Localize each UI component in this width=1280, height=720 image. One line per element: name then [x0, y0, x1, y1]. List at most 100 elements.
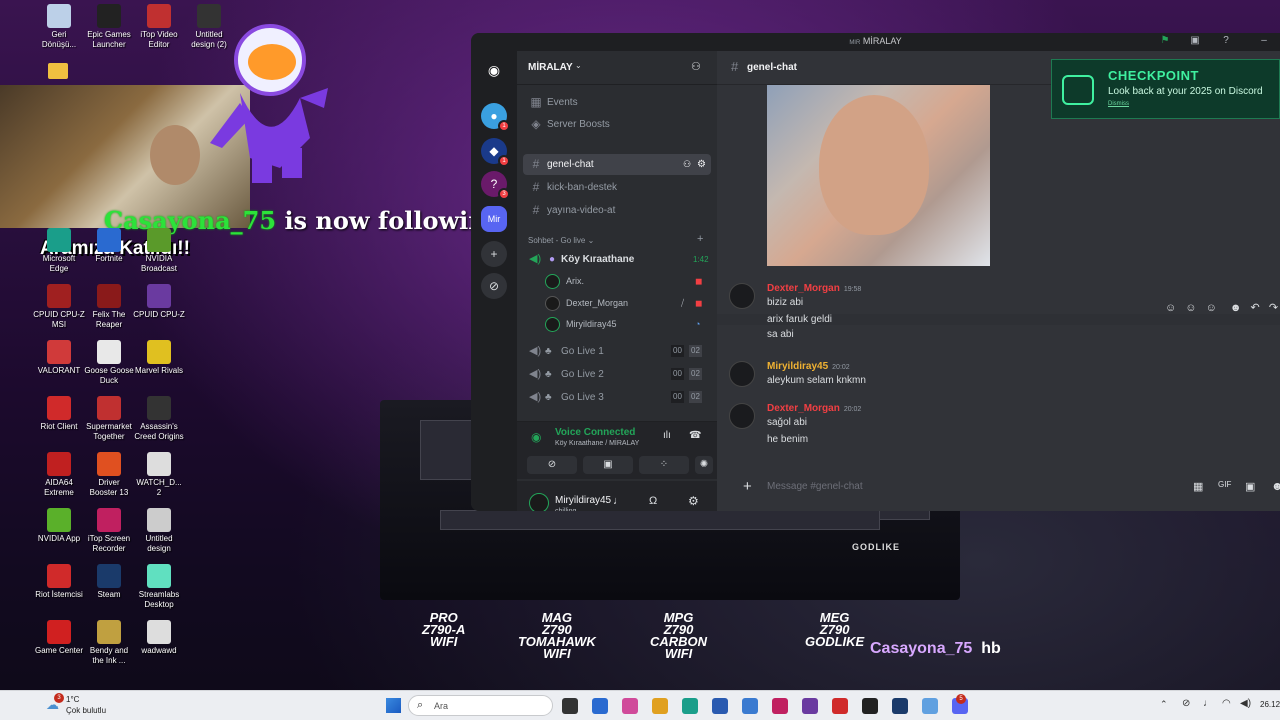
recorder-icon[interactable] — [772, 698, 788, 714]
copilot-icon[interactable] — [622, 698, 638, 714]
server-icon-miralay[interactable]: Mir — [481, 206, 507, 232]
plus-icon[interactable]: + — [743, 478, 752, 495]
flag-icon[interactable]: ⚑ — [1158, 35, 1172, 49]
clock-date[interactable]: 26.12 — [1260, 700, 1280, 709]
reply-icon[interactable]: ↶ — [1251, 302, 1260, 314]
add-channel-icon[interactable]: + — [697, 233, 703, 245]
steam-icon[interactable] — [892, 698, 908, 714]
avatar[interactable] — [529, 493, 549, 511]
desktop-icon[interactable]: Streamlabs Desktop — [128, 564, 190, 610]
gear-icon[interactable]: ⚙ — [688, 494, 699, 508]
store-icon[interactable] — [712, 698, 728, 714]
discord-home-button[interactable]: ◉ — [481, 57, 507, 83]
desktop-icon[interactable]: Untitled design — [128, 508, 190, 554]
sticker-icon[interactable]: ▣ — [1245, 480, 1255, 493]
voice-user[interactable]: Dexter_Morgan ⧸ ◼ — [545, 293, 711, 314]
server-badge: 1 — [498, 120, 510, 132]
folder-icon[interactable] — [48, 63, 68, 79]
emoji-icon[interactable]: ☻ — [1271, 479, 1280, 493]
guild-header[interactable]: MİRALAY ⌄ ⚇ — [517, 51, 717, 85]
message-author[interactable]: Dexter_Morgan — [767, 283, 840, 294]
network-icon[interactable]: ⊘ — [1182, 698, 1190, 709]
gif-icon[interactable]: GIF — [1218, 480, 1231, 489]
file-explorer-icon[interactable] — [652, 698, 668, 714]
avatar[interactable] — [729, 403, 755, 429]
task-view-icon[interactable] — [562, 698, 578, 714]
noise-icon[interactable]: ılı — [663, 430, 671, 441]
taskbar-search[interactable]: ⌕ Ara — [408, 695, 553, 716]
camera-button[interactable]: ⊘ — [527, 456, 577, 474]
activities-button[interactable]: ⁘ — [639, 456, 689, 474]
wifi-icon[interactable]: ◠ — [1222, 698, 1231, 709]
tray-chevron-icon[interactable]: ⌃ — [1160, 699, 1168, 710]
checkpoint-banner[interactable]: CHECKPOINT Look back at your 2025 on Dis… — [1051, 59, 1280, 119]
forward-icon[interactable]: ↷ — [1269, 302, 1278, 314]
reaction-emoji-icon[interactable]: ☺ — [1165, 302, 1176, 314]
gif-attachment[interactable] — [767, 85, 990, 266]
desktop-icon[interactable]: Marvel Rivals — [128, 340, 190, 376]
voice-timer: 1:42 — [693, 255, 709, 264]
app-icon[interactable] — [802, 698, 818, 714]
inbox-icon[interactable]: ▣ — [1188, 35, 1202, 49]
soundboard-button[interactable]: ✺ — [695, 456, 713, 474]
desktop-icon[interactable]: NVIDIA Broadcast — [128, 228, 190, 274]
app-icon — [97, 508, 121, 532]
channel-genel-chat[interactable]: # genel-chat ⚇ ⚙ — [523, 154, 711, 175]
app-icon — [47, 620, 71, 644]
screenshare-button[interactable]: ▣ — [583, 456, 633, 474]
add-reaction-icon[interactable]: ☻ — [1230, 302, 1242, 314]
start-button[interactable] — [386, 698, 401, 713]
category-label[interactable]: Sohbet - Go live ⌄ — [528, 236, 594, 245]
channel-kick-ban-destek[interactable]: # kick-ban-destek — [523, 177, 711, 198]
message-author[interactable]: Miryildiray45 — [767, 361, 828, 372]
volume-icon[interactable]: ◀) — [1240, 698, 1251, 709]
voice-user[interactable]: Miryildiray45 ◔ — [545, 314, 711, 335]
menu-server-boosts[interactable]: ◈ Server Boosts — [523, 114, 711, 135]
avatar[interactable] — [729, 361, 755, 387]
search-placeholder: Ara — [434, 701, 449, 711]
desktop-icon[interactable]: WATCH_D... 2 — [128, 452, 190, 498]
desktop-icon[interactable]: Assassin's Creed Origins — [128, 396, 190, 442]
desktop-icon[interactable]: Untitled design (2) — [178, 4, 240, 50]
message-composer[interactable]: + Message #genel-chat ▦ GIF ▣ ☻ — [727, 475, 1280, 499]
gift-icon[interactable]: ▦ — [1193, 480, 1203, 493]
voice-channel-golive[interactable]: ◀) ♣ Go Live 3 00 02 — [523, 387, 711, 408]
avatar[interactable] — [729, 283, 755, 309]
disconnect-icon[interactable]: ☎ — [689, 430, 701, 441]
app-icon — [97, 4, 121, 28]
discover-icon[interactable]: ⊘ — [481, 273, 507, 299]
server-icon[interactable]: ? 3 — [481, 171, 510, 200]
server-icon[interactable]: ● 1 — [481, 103, 510, 132]
reaction-emoji-icon[interactable]: ☺ — [1206, 302, 1217, 314]
invite-icon[interactable]: ⚇ — [691, 60, 701, 73]
add-member-icon[interactable]: ⚇ — [683, 154, 691, 175]
edge-icon[interactable] — [682, 698, 698, 714]
mic-icon[interactable]: ♩ — [613, 495, 624, 507]
gear-icon[interactable]: ⚙ — [697, 154, 706, 175]
minimize-icon[interactable]: – — [1257, 35, 1271, 49]
help-icon[interactable]: ? — [1219, 35, 1233, 49]
server-icon[interactable]: ◆ 1 — [481, 138, 510, 167]
menu-events[interactable]: ▦ Events — [523, 92, 711, 113]
reaction-emoji-icon[interactable]: ☺ — [1185, 302, 1196, 314]
voice-channel-golive[interactable]: ◀) ♣ Go Live 2 00 02 — [523, 364, 711, 385]
headset-icon[interactable]: Ω — [649, 495, 657, 507]
speaker-icon: ◀) — [529, 391, 542, 403]
mic-icon[interactable]: ♩ — [1203, 698, 1213, 709]
app-icon[interactable] — [832, 698, 848, 714]
chrome-icon[interactable] — [592, 698, 608, 714]
add-server-icon[interactable]: + — [481, 241, 507, 267]
app-icon — [97, 284, 121, 308]
message-author[interactable]: Dexter_Morgan — [767, 403, 840, 414]
channel-yayina-video-at[interactable]: # yayına-video-at — [523, 200, 711, 221]
mail-icon[interactable] — [742, 698, 758, 714]
app-icon[interactable] — [862, 698, 878, 714]
voice-user[interactable]: Arix. ◼ — [545, 271, 711, 292]
voice-channel-golive[interactable]: ◀) ♣ Go Live 1 00 02 — [523, 341, 711, 362]
checkpoint-dismiss[interactable]: Dismiss — [1108, 101, 1129, 107]
desktop-icon[interactable]: wadwawd — [128, 620, 190, 656]
voice-channel-koy[interactable]: ◀) ● Köy Kıraathane 1:42 — [523, 249, 711, 270]
desktop-icon[interactable]: CPUID CPU-Z — [128, 284, 190, 320]
app-icon[interactable] — [922, 698, 938, 714]
app-icon — [197, 4, 221, 28]
